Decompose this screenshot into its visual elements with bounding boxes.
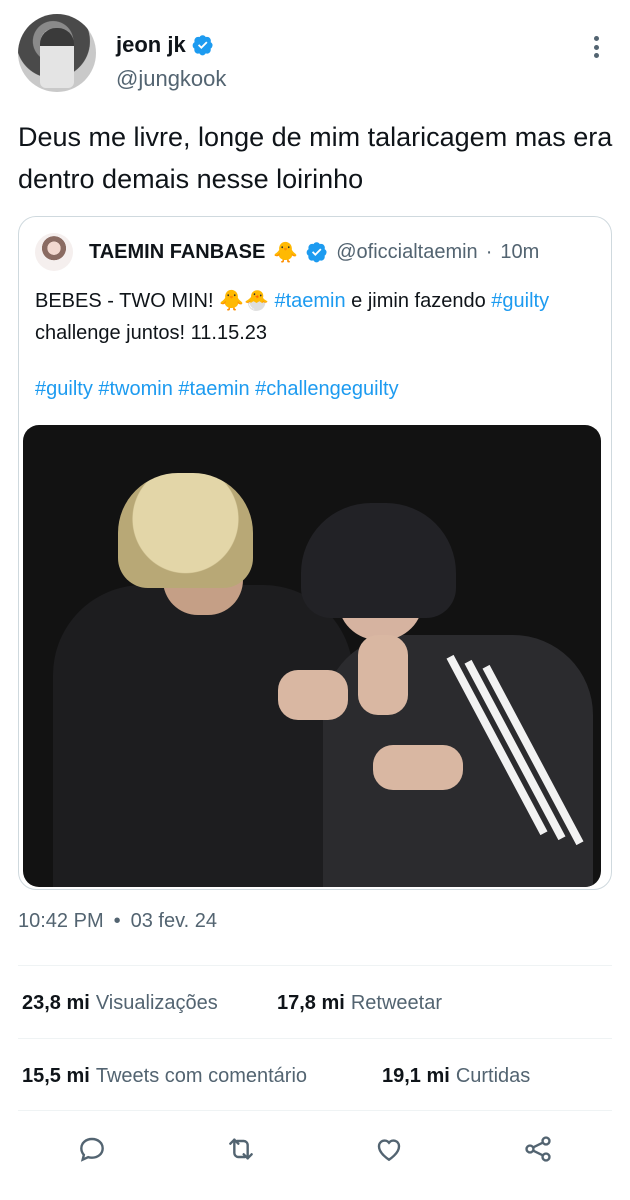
quotes-stat[interactable]: 15,5 mi Tweets com comentário [22, 1065, 382, 1088]
quoted-tweet-header: TAEMIN FANBASE 🐥 @oficcialtaemin · 10m [35, 233, 539, 271]
tweet-time: 10:42 PM [18, 910, 104, 932]
hashtag-link[interactable]: #guilty [491, 290, 549, 312]
more-options-icon[interactable] [586, 32, 606, 62]
like-icon[interactable] [371, 1131, 407, 1167]
hashtag-link[interactable]: #challengeguilty [255, 378, 398, 400]
stats-row: 23,8 mi Visualizações 17,8 mi Retweetar [22, 992, 442, 1015]
share-icon[interactable] [520, 1131, 556, 1167]
action-bar [18, 1118, 612, 1180]
photo-person-left [53, 585, 353, 887]
author-handle[interactable]: @jungkook [116, 66, 226, 92]
quoted-text-part: e jimin fazendo [345, 290, 492, 312]
quoted-tweet-time[interactable]: 10m [500, 241, 539, 264]
likes-stat[interactable]: 19,1 mi Curtidas [382, 1065, 530, 1088]
stats-row: 15,5 mi Tweets com comentário 19,1 mi Cu… [22, 1065, 530, 1088]
quotes-count: 15,5 mi [22, 1065, 90, 1087]
views-stat[interactable]: 23,8 mi Visualizações [22, 992, 277, 1015]
quoted-hashtags: #guilty #twomin #taemin #challengeguilty [35, 373, 399, 405]
quoted-tweet-text: BEBES - TWO MIN! 🐥🐣 #taemin e jimin faze… [35, 285, 595, 349]
quoted-text-part: BEBES - TWO MIN! 🐥🐣 [35, 290, 275, 312]
divider [18, 965, 612, 966]
likes-count: 19,1 mi [382, 1065, 450, 1087]
quoted-text-part: challenge juntos! 11.15.23 [35, 322, 268, 344]
author-name-row[interactable]: jeon jk [116, 32, 214, 58]
reply-icon[interactable] [74, 1131, 110, 1167]
divider [18, 1038, 612, 1039]
hashtag-link[interactable]: #taemin [274, 290, 345, 312]
hashtag-link[interactable]: #taemin [178, 378, 249, 400]
tweet-header: jeon jk @jungkook [18, 14, 612, 104]
quoted-author-handle[interactable]: @oficcialtaemin [336, 241, 477, 264]
views-label: Visualizações [95, 992, 218, 1014]
quotes-label: Tweets com comentário [95, 1065, 308, 1087]
likes-label: Curtidas [455, 1065, 531, 1087]
author-display-name[interactable]: jeon jk [116, 32, 186, 58]
quoted-author-name[interactable]: TAEMIN FANBASE [89, 241, 265, 264]
retweets-stat[interactable]: 17,8 mi Retweetar [277, 992, 442, 1015]
tweet-text: Deus me livre, longe de mim talaricagem … [18, 122, 613, 194]
views-count: 23,8 mi [22, 992, 90, 1014]
hashtag-link[interactable]: #twomin [98, 378, 172, 400]
tweet-timestamp[interactable]: 10:42 PM • 03 fev. 24 [18, 910, 217, 933]
retweet-icon[interactable] [223, 1131, 259, 1167]
retweets-count: 17,8 mi [277, 992, 345, 1014]
separator-dot: · [485, 240, 493, 263]
hashtag-link[interactable]: #guilty [35, 378, 93, 400]
verified-badge-icon [306, 242, 327, 263]
retweets-label: Retweetar [350, 992, 442, 1014]
verified-badge-icon [192, 35, 213, 56]
quoted-tweet-card[interactable]: TAEMIN FANBASE 🐥 @oficcialtaemin · 10m B… [18, 216, 612, 890]
separator-dot: • [113, 910, 121, 932]
tweet-date: 03 fev. 24 [130, 910, 217, 932]
quoted-media-image[interactable] [23, 425, 601, 887]
quoted-name-emoji: 🐥 [273, 241, 299, 264]
divider [18, 1110, 612, 1111]
author-avatar[interactable] [18, 14, 96, 92]
quoted-author-avatar[interactable] [35, 233, 73, 271]
